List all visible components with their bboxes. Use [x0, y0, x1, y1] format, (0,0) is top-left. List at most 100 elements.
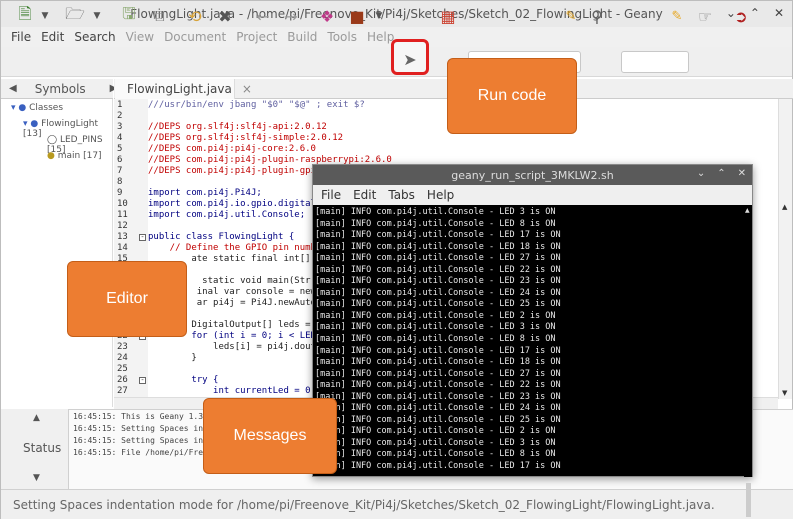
terminal-scrollbar[interactable]: ▲: [744, 207, 752, 517]
line-number: 25: [117, 364, 128, 374]
code-line: //DEPS com.pi4j:pi4j-plugin-gpio: [148, 166, 322, 176]
code-line: import com.pi4j.util.Console;: [148, 210, 306, 220]
line-number: 12: [117, 221, 128, 231]
code-line: }: [148, 353, 197, 363]
message-tabs: ▲ Status ▼: [1, 409, 69, 489]
terminal-menu-edit[interactable]: Edit: [353, 188, 376, 202]
message-line: 16:45:15: File /home/pi/Fre: [73, 448, 204, 457]
scroll-down-icon[interactable]: ▼: [782, 389, 787, 397]
code-line: public class FlowingLight {: [148, 232, 295, 242]
menu-tools[interactable]: Tools: [327, 30, 357, 44]
menu-edit[interactable]: Edit: [41, 30, 64, 44]
line-number: 6: [117, 155, 123, 165]
line-number: 14: [117, 243, 128, 253]
terminal-line: [main] INFO com.pi4j.util.Console - LED …: [315, 414, 561, 425]
code-line: import com.pi4j.Pi4J;: [148, 188, 262, 198]
open-file-icon[interactable]: 🗁: [63, 4, 87, 27]
fold-toggle-icon[interactable]: -: [139, 377, 146, 384]
clear-icon[interactable]: ✎: [669, 5, 685, 27]
search-icon[interactable]: ⚲: [585, 5, 609, 27]
menu-project[interactable]: Project: [236, 30, 277, 44]
tree-item-method[interactable]: ● main [17]: [47, 151, 102, 161]
terminal-title-bar: geany_run_script_3MKLW2.sh ⌄ ⌃ ✕: [313, 165, 752, 185]
terminal-maximize-button[interactable]: ⌃: [717, 168, 725, 179]
terminal-line: [main] INFO com.pi4j.util.Console - LED …: [315, 287, 561, 298]
menu-help[interactable]: Help: [367, 30, 394, 44]
status-text: Setting Spaces indentation mode for /hom…: [13, 497, 715, 512]
menu-file[interactable]: File: [11, 30, 31, 44]
close-tab-icon[interactable]: ×: [242, 82, 252, 96]
tab-status[interactable]: Status: [23, 441, 61, 455]
new-file-icon[interactable]: 🗎: [13, 4, 37, 27]
terminal-scroll-thumb[interactable]: [746, 483, 751, 517]
message-line: 16:45:15: This is Geany 1.3: [73, 412, 204, 421]
code-line: //DEPS com.pi4j:pi4j-core:2.6.0: [148, 144, 316, 154]
line-number: 23: [117, 342, 128, 352]
clear-icon[interactable]: ✎: [563, 5, 579, 27]
chevron-down-icon[interactable]: ▼: [39, 5, 51, 27]
tab-symbols[interactable]: Symbols: [35, 82, 86, 96]
code-line: //DEPS org.slf4j:slf4j-api:2.0.12: [148, 122, 327, 132]
fold-toggle-icon[interactable]: -: [139, 234, 146, 241]
color-chooser-icon[interactable]: ▦: [437, 5, 459, 27]
scroll-down-icon[interactable]: ▼: [33, 473, 40, 483]
geany-window: FlowingLight.java - /home/pi/Freenove_Ki…: [0, 0, 793, 519]
goto-line-input[interactable]: [621, 51, 689, 73]
build-icon[interactable]: ■: [345, 5, 369, 27]
line-number: 7: [117, 166, 123, 176]
callout-messages: Messages: [203, 398, 337, 474]
line-number: 24: [117, 353, 128, 363]
line-number: 8: [117, 177, 123, 187]
status-bar: Setting Spaces indentation mode for /hom…: [1, 489, 793, 519]
terminal-menu-help[interactable]: Help: [427, 188, 454, 202]
terminal-output[interactable]: [main] INFO com.pi4j.util.Console - LED …: [315, 207, 743, 475]
menu-build[interactable]: Build: [287, 30, 317, 44]
scroll-up-icon[interactable]: ▲: [782, 203, 787, 211]
close-button[interactable]: ✕: [774, 6, 784, 20]
line-number: 1: [117, 100, 123, 110]
save-all-icon[interactable]: ⧉: [147, 5, 171, 27]
terminal-line: [main] INFO com.pi4j.util.Console - LED …: [315, 461, 561, 472]
line-number: 10: [117, 199, 128, 209]
code-line: // Define the GPIO pin number: [148, 243, 327, 253]
forward-arrow-icon[interactable]: →: [279, 5, 303, 27]
chevron-down-icon[interactable]: ▼: [373, 5, 385, 27]
terminal-minimize-button[interactable]: ⌄: [697, 168, 705, 179]
callout-editor: Editor: [67, 261, 187, 337]
run-send-icon[interactable]: ➤: [398, 48, 422, 70]
close-file-icon[interactable]: ✖: [213, 5, 237, 27]
line-number: 3: [117, 122, 123, 132]
method-icon: ●: [47, 151, 55, 161]
save-icon[interactable]: 🖫: [117, 4, 141, 27]
menu-search[interactable]: Search: [74, 30, 115, 44]
jump-icon[interactable]: ☞: [693, 5, 717, 27]
revert-icon[interactable]: ⟲: [183, 5, 207, 27]
quit-icon[interactable]: ➲: [729, 5, 753, 27]
tree-item-classes[interactable]: ▾ ● Classes: [11, 103, 63, 113]
line-number: 26: [117, 375, 128, 385]
terminal-line: [main] INFO com.pi4j.util.Console - LED …: [315, 310, 556, 321]
scroll-up-icon[interactable]: ▲: [745, 207, 750, 214]
sidebar-tabs: ◀ Symbols ▶: [1, 79, 117, 99]
menu-document[interactable]: Document: [164, 30, 226, 44]
tab-flowinglight[interactable]: FlowingLight.java ×: [115, 79, 252, 99]
terminal-line: [main] INFO com.pi4j.util.Console - LED …: [315, 403, 561, 414]
line-number: 2: [117, 111, 123, 121]
terminal-line: [main] INFO com.pi4j.util.Console - LED …: [315, 322, 556, 333]
field-icon: ◯: [47, 135, 58, 145]
chevron-down-icon[interactable]: ▼: [91, 5, 103, 27]
back-arrow-icon[interactable]: ←: [251, 5, 275, 27]
compile-icon[interactable]: ❖: [315, 5, 339, 27]
scroll-up-icon[interactable]: ▲: [33, 413, 40, 423]
editor-vscrollbar[interactable]: ▲ ▼: [778, 99, 792, 399]
menu-view[interactable]: View: [126, 30, 154, 44]
terminal-line: [main] INFO com.pi4j.util.Console - LED …: [315, 380, 561, 391]
terminal-menu-tabs[interactable]: Tabs: [388, 188, 415, 202]
terminal-line: [main] INFO com.pi4j.util.Console - LED …: [315, 276, 561, 287]
terminal-menu-file[interactable]: File: [321, 188, 341, 202]
terminal-close-button[interactable]: ✕: [738, 168, 746, 179]
line-number: 11: [117, 210, 128, 220]
terminal-line: [main] INFO com.pi4j.util.Console - LED …: [315, 437, 556, 448]
tab-scroll-left-icon[interactable]: ◀: [9, 83, 17, 94]
terminal-line: [main] INFO com.pi4j.util.Console - LED …: [315, 264, 561, 275]
